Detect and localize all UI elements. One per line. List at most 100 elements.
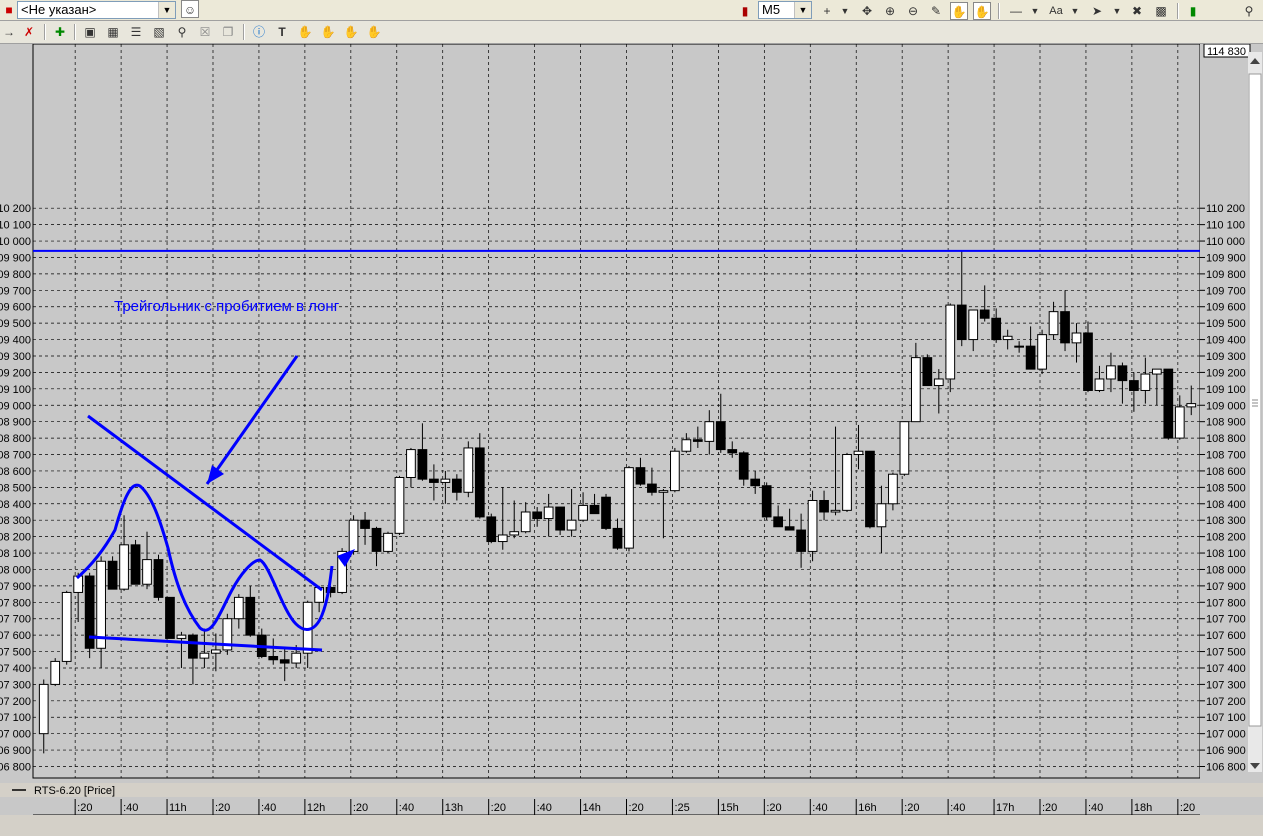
left-axis-label: 107 500 bbox=[0, 647, 31, 659]
hand-buy-icon[interactable]: ✋ bbox=[296, 23, 314, 41]
price-axis-label: 107 200 bbox=[1206, 696, 1246, 708]
candle-body bbox=[1083, 332, 1093, 391]
scrollbar-track[interactable] bbox=[0, 815, 1263, 831]
candle-body bbox=[50, 660, 61, 685]
candle-body bbox=[1002, 335, 1013, 341]
main-toolbar: ■ <Не указан> ▼ ☺ ▮ M5 ▼ + ▼ ✥ ⊕ ⊖ ✎ ✋ ✋… bbox=[0, 0, 1263, 21]
alert-icon[interactable]: ⓘ bbox=[250, 23, 268, 41]
link-icon[interactable]: ✗ bbox=[20, 23, 38, 41]
candle-body bbox=[96, 560, 106, 649]
candle-body bbox=[440, 478, 451, 483]
price-axis-label: 110 000 bbox=[1206, 236, 1245, 248]
time-axis-label: :40 bbox=[399, 802, 414, 814]
price-axis-label: 109 800 bbox=[1206, 269, 1246, 281]
chevron-down-icon[interactable]: ▼ bbox=[1108, 2, 1126, 20]
price-axis-label: 106 900 bbox=[1206, 745, 1246, 757]
hand-cancel-icon[interactable]: ✋ bbox=[365, 23, 383, 41]
add-window-icon[interactable]: ✚ bbox=[51, 23, 69, 41]
candle-body bbox=[268, 655, 279, 661]
left-axis-label: 110 100 bbox=[0, 220, 31, 232]
candle-body bbox=[199, 652, 210, 659]
price-axis-label: 107 500 bbox=[1206, 647, 1246, 659]
delete-drawings-icon[interactable]: ✖ bbox=[1128, 2, 1146, 20]
candle-body bbox=[956, 304, 967, 341]
candle-body bbox=[532, 511, 543, 520]
candle-body bbox=[1151, 368, 1162, 375]
font-button[interactable]: Aa bbox=[1045, 2, 1067, 20]
left-axis-label: 109 300 bbox=[0, 351, 31, 363]
chevron-down-icon[interactable]: ▼ bbox=[836, 2, 854, 20]
candle-body bbox=[176, 634, 187, 639]
close-window-icon[interactable]: ☒ bbox=[196, 23, 214, 41]
bar-chart-icon[interactable]: ▮ bbox=[736, 2, 754, 20]
move-icon[interactable]: ✥ bbox=[858, 2, 876, 20]
chevron-down-icon[interactable]: ▼ bbox=[1026, 2, 1044, 20]
price-axis-label: 110 200 bbox=[1206, 203, 1245, 215]
hand-order-icon[interactable]: ✋ bbox=[342, 23, 360, 41]
left-axis-label: 108 700 bbox=[0, 450, 31, 462]
price-axis-label: 108 200 bbox=[1206, 532, 1246, 544]
left-axis-label: 107 700 bbox=[0, 614, 31, 626]
candle-body bbox=[1025, 345, 1036, 370]
window-tile-icon[interactable]: ▦ bbox=[104, 23, 122, 41]
list-icon[interactable]: ☰ bbox=[127, 23, 145, 41]
chevron-down-icon[interactable]: ▼ bbox=[1066, 2, 1084, 20]
timeframe-select[interactable]: M5 ▼ bbox=[758, 1, 812, 19]
line-tool-icon[interactable]: — bbox=[1005, 2, 1027, 20]
candlestick-chart[interactable]: Трейгольник с пробитием в лонг 106 800 10… bbox=[0, 43, 1263, 831]
key-icon[interactable]: → bbox=[0, 23, 18, 41]
candle-body bbox=[497, 534, 508, 543]
candle-body bbox=[474, 447, 485, 518]
candle-body bbox=[681, 439, 692, 452]
candle-body bbox=[865, 450, 875, 528]
candle-body bbox=[1117, 365, 1128, 382]
left-axis-label: 107 800 bbox=[0, 597, 31, 609]
candle-body bbox=[1129, 380, 1139, 391]
left-axis-label: 108 000 bbox=[0, 564, 31, 576]
candle-body bbox=[819, 499, 829, 513]
candle-body bbox=[727, 449, 738, 454]
candle-body bbox=[38, 683, 49, 735]
eraser-icon[interactable]: ▩ bbox=[1152, 2, 1170, 20]
candle-body bbox=[107, 560, 118, 590]
window-icon[interactable]: ▣ bbox=[81, 23, 99, 41]
text-tool-icon[interactable]: T bbox=[273, 23, 291, 41]
toolbar-separator bbox=[243, 24, 245, 40]
table-icon[interactable]: ▧ bbox=[150, 23, 168, 41]
indicator-icon[interactable]: ▮ bbox=[1184, 2, 1202, 20]
price-axis-label: 107 300 bbox=[1206, 679, 1246, 691]
time-axis-label: :40 bbox=[537, 802, 552, 814]
left-axis-label: 109 800 bbox=[0, 269, 31, 281]
zoom-out-icon[interactable]: ⊖ bbox=[904, 2, 922, 20]
arrow-tool-icon[interactable]: ➤ bbox=[1088, 2, 1106, 20]
hand-icon[interactable]: ✋ bbox=[950, 2, 968, 20]
candle-body bbox=[624, 467, 634, 549]
candle-body bbox=[853, 450, 864, 456]
chevron-down-icon[interactable]: ▼ bbox=[794, 2, 811, 18]
chevron-down-icon[interactable]: ▼ bbox=[158, 2, 175, 18]
candle-body bbox=[555, 506, 565, 531]
zoom-in-icon[interactable]: ⊕ bbox=[881, 2, 899, 20]
candle-body bbox=[165, 596, 175, 639]
price-axis-label: 109 900 bbox=[1206, 252, 1246, 264]
search-window-icon[interactable]: ⚲ bbox=[173, 23, 191, 41]
hand-sell-icon[interactable]: ✋ bbox=[319, 23, 337, 41]
annotation-text[interactable]: Трейгольник с пробитием в лонг bbox=[114, 298, 340, 315]
crosshair-icon[interactable]: + bbox=[818, 2, 836, 20]
price-axis-label: 110 100 bbox=[1206, 220, 1245, 232]
left-axis-label: 107 600 bbox=[0, 630, 31, 642]
price-axis-label: 108 400 bbox=[1206, 499, 1246, 511]
left-axis-label: 108 600 bbox=[0, 466, 31, 478]
copy-icon[interactable]: ❐ bbox=[219, 23, 237, 41]
candle-body bbox=[1186, 403, 1197, 408]
candle-body bbox=[876, 503, 887, 528]
chart-area[interactable]: Трейгольник с пробитием в лонг 106 800 10… bbox=[0, 43, 1263, 831]
ruler-icon[interactable]: ✎ bbox=[927, 2, 945, 20]
candle-body bbox=[601, 496, 611, 529]
drawing-toolbar: → ✗ ✚ ▣ ▦ ☰ ▧ ⚲ ☒ ❐ ⓘ T ✋ ✋ ✋ ✋ bbox=[0, 21, 1263, 44]
search-icon[interactable]: ⚲ bbox=[1240, 2, 1258, 20]
price-axis-label: 107 400 bbox=[1206, 663, 1246, 675]
instrument-select[interactable]: <Не указан> ▼ bbox=[17, 1, 176, 19]
hand-select-icon[interactable]: ✋ bbox=[973, 2, 991, 20]
person-icon[interactable]: ☺ bbox=[181, 0, 199, 18]
